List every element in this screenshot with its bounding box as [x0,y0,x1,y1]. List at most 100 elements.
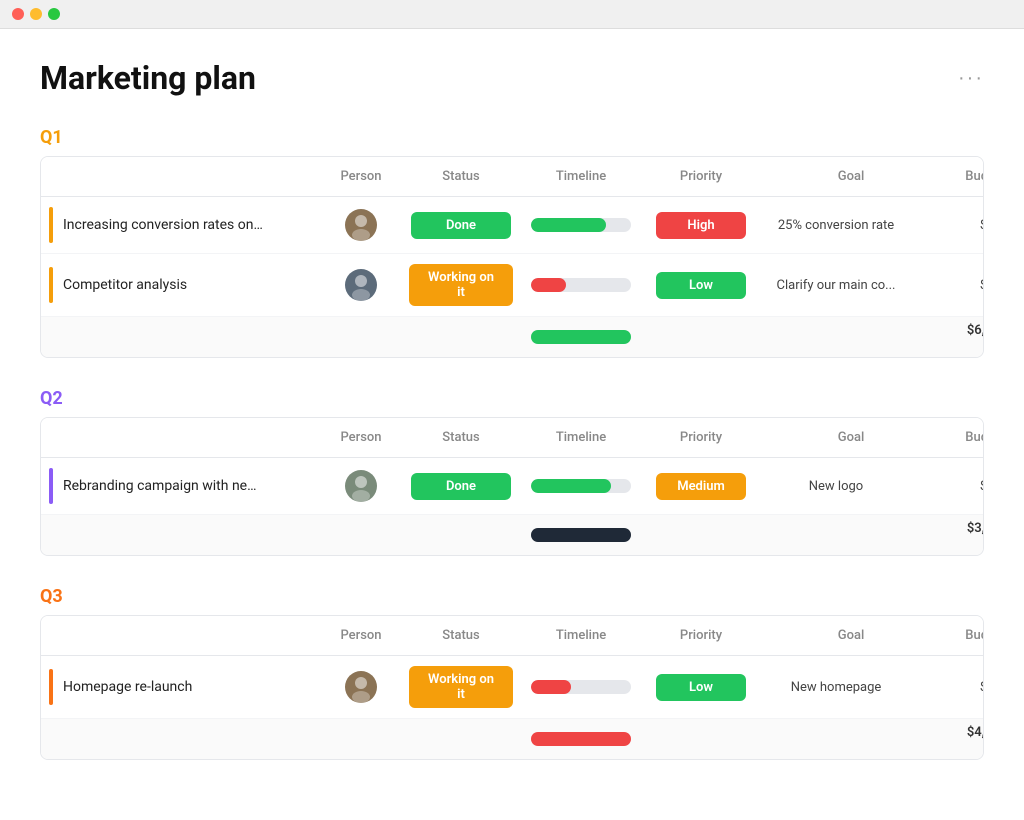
timeline-fill [531,680,571,694]
header-cell-3: Timeline [521,165,641,188]
sum-timeline-cell [521,330,641,344]
window-chrome [0,0,1024,29]
status-badge: Done [411,473,511,500]
status-badge: Working on it [409,666,513,708]
section-title-q3: Q3 [40,586,984,607]
person-cell [321,470,401,502]
person-cell [321,269,401,301]
task-name: Competitor analysis [63,277,187,293]
sections-container: Q1PersonStatusTimelinePriorityGoalBudget… [40,127,984,760]
header-cell-5: Goal [761,165,941,188]
header-cell-6: Budget [941,165,984,188]
header-cell-4: Priority [641,426,761,449]
avatar [345,209,377,241]
header-cell-0 [41,426,321,449]
header-cell-4: Priority [641,624,761,647]
goal-cell: New homepage [761,680,911,695]
section-q1: Q1 PersonStatusTimelinePriorityGoalBudget… [40,127,984,358]
sum-budget-value: $4,550 [967,725,984,740]
status-cell[interactable]: Working on it [401,264,521,306]
more-button[interactable]: ··· [958,67,984,90]
header-cell-1: Person [321,426,401,449]
header-cell-4: Priority [641,165,761,188]
header-cell-1: Person [321,165,401,188]
header-cell-2: Status [401,624,521,647]
task-name: Homepage re-launch [63,679,192,695]
table-row-0: Increasing conversion rates on... Done Hig… [41,197,983,254]
close-dot[interactable] [12,8,24,20]
budget-cell: $3,000 [941,479,984,494]
header-cell-0 [41,624,321,647]
sum-row: $3,000sum [41,515,983,555]
sum-row: $6,200sum [41,317,983,357]
task-cell: Increasing conversion rates on... [41,207,321,243]
timeline-fill [531,278,566,292]
timeline-bar-container [531,278,631,292]
timeline-cell [521,680,641,694]
priority-badge: Low [656,272,746,299]
sum-budget-value: $3,000 [967,521,984,536]
priority-badge: Medium [656,473,746,500]
header-cell-2: Status [401,426,521,449]
timeline-cell [521,479,641,493]
header-cell-3: Timeline [521,624,641,647]
table-header-q1: PersonStatusTimelinePriorityGoalBudget [41,157,983,197]
section-q2: Q2 PersonStatusTimelinePriorityGoalBudget… [40,388,984,556]
priority-badge: High [656,212,746,239]
sum-budget-wrapper: $4,550sum [941,725,984,753]
timeline-bar-container [531,680,631,694]
maximize-dot[interactable] [48,8,60,20]
sum-timeline-bar [531,732,631,746]
task-name: Increasing conversion rates on... [63,217,263,233]
task-name: Rebranding campaign with new... [63,478,263,494]
avatar [345,470,377,502]
timeline-bar-container [531,479,631,493]
sum-budget-wrapper: $3,000sum [941,521,984,549]
header-cell-6: Budget [941,426,984,449]
person-cell [321,209,401,241]
header-cell-5: Goal [761,624,941,647]
minimize-dot[interactable] [30,8,42,20]
status-cell[interactable]: Done [401,473,521,500]
table-header-q2: PersonStatusTimelinePriorityGoalBudget [41,418,983,458]
status-badge: Working on it [409,264,513,306]
priority-cell[interactable]: Low [641,674,761,701]
section-bar [49,669,53,705]
header-cell-6: Budget [941,624,984,647]
section-title-q1: Q1 [40,127,984,148]
section-bar [49,267,53,303]
avatar [345,671,377,703]
budget-cell: $5,000 [941,218,984,233]
timeline-fill [531,479,611,493]
timeline-cell [521,218,641,232]
task-cell: Rebranding campaign with new... [41,468,321,504]
header-cell-0 [41,165,321,188]
table-row-0: Rebranding campaign with new... Done Mediu… [41,458,983,515]
main-content: Marketing plan ··· Q1PersonStatusTimelin… [0,29,1024,820]
page-header: Marketing plan ··· [40,59,984,97]
header-cell-1: Person [321,624,401,647]
header-cell-2: Status [401,165,521,188]
budget-cell: $1,200 [941,278,984,293]
sum-timeline-cell [521,528,641,542]
timeline-bar-container [531,218,631,232]
budget-cell: $4,550 [941,680,984,695]
person-cell [321,671,401,703]
timeline-cell [521,278,641,292]
status-badge: Done [411,212,511,239]
sum-budget-value: $6,200 [967,323,984,338]
section-bar [49,468,53,504]
sum-budget-wrapper: $6,200sum [941,323,984,351]
status-cell[interactable]: Done [401,212,521,239]
table-header-q3: PersonStatusTimelinePriorityGoalBudget [41,616,983,656]
priority-cell[interactable]: Low [641,272,761,299]
goal-cell: 25% conversion rate [761,218,911,233]
priority-cell[interactable]: Medium [641,473,761,500]
task-cell: Competitor analysis [41,267,321,303]
table-q2: PersonStatusTimelinePriorityGoalBudgetRe… [40,417,984,556]
section-title-q2: Q2 [40,388,984,409]
status-cell[interactable]: Working on it [401,666,521,708]
priority-cell[interactable]: High [641,212,761,239]
sum-row: $4,550sum [41,719,983,759]
goal-cell: New logo [761,479,911,494]
